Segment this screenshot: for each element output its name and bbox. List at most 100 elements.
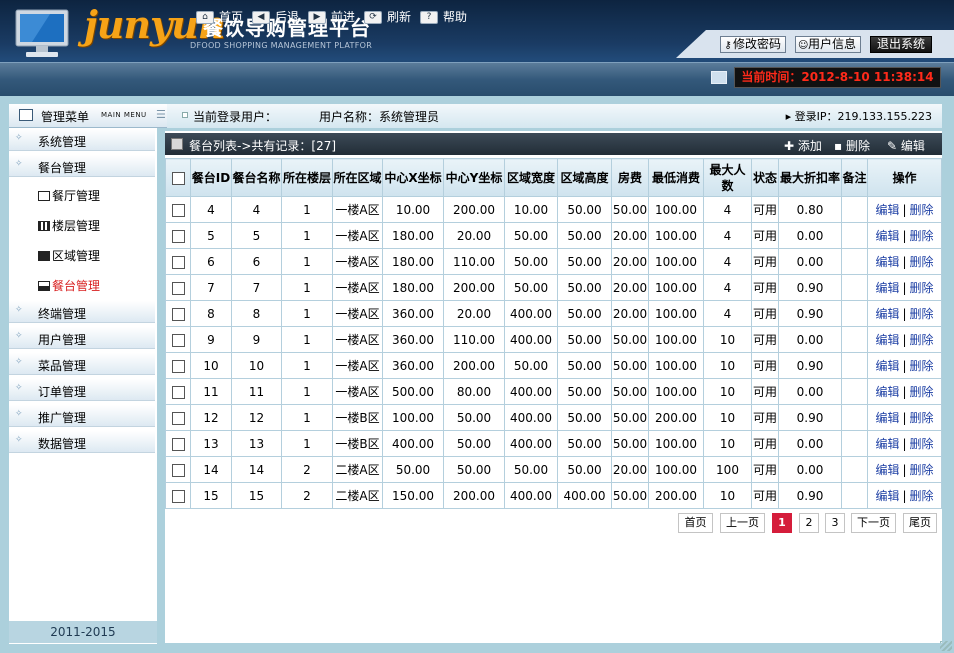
row-edit-link[interactable]: 编辑 bbox=[875, 489, 899, 503]
plus-icon: ✧ bbox=[15, 383, 23, 393]
row-delete-link[interactable]: 删除 bbox=[910, 463, 934, 477]
row-delete-link[interactable]: 删除 bbox=[910, 437, 934, 451]
table-cell: 可用 bbox=[751, 196, 779, 223]
row-checkbox[interactable] bbox=[171, 203, 185, 217]
row-edit-link[interactable]: 编辑 bbox=[875, 359, 899, 373]
row-delete-link[interactable]: 删除 bbox=[910, 489, 934, 503]
table-cell: 50.00 bbox=[382, 456, 444, 483]
sidebar-subitem-area[interactable]: 区域管理 bbox=[38, 248, 100, 264]
row-checkbox[interactable] bbox=[171, 489, 185, 503]
table-cell: 一楼A区 bbox=[332, 352, 383, 379]
table-cell: 可用 bbox=[751, 378, 779, 405]
nav-refresh-button[interactable]: ⟳ 刷新 bbox=[364, 9, 411, 25]
row-delete-link[interactable]: 删除 bbox=[910, 307, 934, 321]
row-edit-link[interactable]: 编辑 bbox=[875, 385, 899, 399]
pager-first-button[interactable]: 首页 bbox=[678, 513, 713, 533]
row-edit-link[interactable]: 编辑 bbox=[875, 229, 899, 243]
table-row: 8 8 1 一楼A区 360.00 20.00 400.00 50.00 20.00 100.00… bbox=[165, 300, 942, 327]
table-cell: 10.00 bbox=[504, 196, 558, 223]
separator: | bbox=[902, 307, 907, 321]
row-delete-link[interactable]: 删除 bbox=[910, 281, 934, 295]
row-checkbox[interactable] bbox=[171, 463, 185, 477]
table-cell: 1 bbox=[281, 248, 333, 275]
add-button[interactable]: ✚ 添加 bbox=[784, 137, 822, 154]
row-edit-link[interactable]: 编辑 bbox=[875, 411, 899, 425]
pager-prev-button[interactable]: 上一页 bbox=[720, 513, 765, 533]
row-checkbox[interactable] bbox=[171, 255, 185, 269]
table-cell: 200.00 bbox=[443, 196, 505, 223]
table-row: 14 14 2 二楼A区 50.00 50.00 50.00 50.00 20.00 100.00… bbox=[165, 456, 942, 483]
nav-home-button[interactable]: ⌂ 首页 bbox=[196, 9, 243, 25]
table-cell: 100.00 bbox=[648, 456, 704, 483]
table-cell: 一楼A区 bbox=[332, 248, 383, 275]
monitor-logo-icon bbox=[15, 9, 69, 57]
table-cell: 1 bbox=[281, 196, 333, 223]
row-edit-link[interactable]: 编辑 bbox=[875, 281, 899, 295]
nav-forward-button[interactable]: ▶ 前进 bbox=[308, 9, 355, 25]
sidebar-item-data[interactable]: ✧ 数据管理 bbox=[9, 431, 155, 453]
logout-button[interactable]: 退出系统 bbox=[870, 36, 933, 53]
sidebar-item-dish[interactable]: ✧ 菜品管理 bbox=[9, 353, 155, 375]
pager-last-button[interactable]: 尾页 bbox=[903, 513, 937, 533]
row-delete-link[interactable]: 删除 bbox=[910, 411, 934, 425]
change-password-button[interactable]: ⚷修改密码 bbox=[720, 36, 787, 53]
separator: | bbox=[902, 203, 907, 217]
row-checkbox[interactable] bbox=[171, 333, 185, 347]
table-cell: 400.00 bbox=[504, 378, 558, 405]
table-cell bbox=[841, 378, 868, 405]
row-edit-link[interactable]: 编辑 bbox=[875, 307, 899, 321]
table-cell: 1 bbox=[281, 404, 333, 431]
row-checkbox[interactable] bbox=[171, 437, 185, 451]
row-delete-link[interactable]: 删除 bbox=[910, 203, 934, 217]
sidebar-item-promotion[interactable]: ✧ 推广管理 bbox=[9, 405, 155, 427]
row-checkbox[interactable] bbox=[171, 307, 185, 321]
row-edit-link[interactable]: 编辑 bbox=[875, 463, 899, 477]
row-checkbox[interactable] bbox=[171, 411, 185, 425]
row-delete-link[interactable]: 删除 bbox=[910, 385, 934, 399]
sidebar-subitem-restaurant[interactable]: 餐厅管理 bbox=[38, 188, 100, 204]
table-cell: 20.00 bbox=[611, 248, 649, 275]
pager-page-button[interactable]: 2 bbox=[799, 513, 819, 533]
row-edit-link[interactable]: 编辑 bbox=[875, 203, 899, 217]
user-info-button[interactable]: ☺用户信息 bbox=[795, 36, 862, 53]
select-all-checkbox[interactable] bbox=[171, 171, 185, 185]
sidebar-item-table[interactable]: ✧ 餐台管理 bbox=[9, 155, 155, 177]
row-delete-link[interactable]: 删除 bbox=[910, 359, 934, 373]
pager-page-button[interactable]: 1 bbox=[772, 513, 792, 533]
sidebar-subitem-floor[interactable]: 楼层管理 bbox=[38, 218, 100, 234]
table-cell: 可用 bbox=[751, 456, 779, 483]
sidebar-item-order[interactable]: ✧ 订单管理 bbox=[9, 379, 155, 401]
table-cell: 1 bbox=[281, 378, 333, 405]
pager-next-button[interactable]: 下一页 bbox=[851, 513, 896, 533]
sidebar-subitem-table-active[interactable]: 餐台管理 bbox=[38, 278, 100, 294]
row-edit-link[interactable]: 编辑 bbox=[875, 437, 899, 451]
table-cell: 50.00 bbox=[557, 248, 612, 275]
row-checkbox[interactable] bbox=[171, 229, 185, 243]
table-cell: 13 bbox=[190, 430, 232, 457]
table-cell: 7 bbox=[190, 274, 232, 301]
row-checkbox[interactable] bbox=[171, 385, 185, 399]
column-header: 中心X坐标 bbox=[382, 158, 444, 197]
row-edit-link[interactable]: 编辑 bbox=[875, 255, 899, 269]
table-cell: 50.00 bbox=[504, 222, 558, 249]
column-header: 所在楼层 bbox=[281, 158, 333, 197]
sidebar-item-user[interactable]: ✧ 用户管理 bbox=[9, 327, 155, 349]
table-cell: 50.00 bbox=[557, 196, 612, 223]
row-delete-link[interactable]: 删除 bbox=[910, 255, 934, 269]
row-checkbox[interactable] bbox=[171, 359, 185, 373]
sidebar-item-terminal[interactable]: ✧ 终端管理 bbox=[9, 301, 155, 323]
row-delete-link[interactable]: 删除 bbox=[910, 333, 934, 347]
sidebar-item-system[interactable]: ✧ 系统管理 bbox=[9, 129, 155, 151]
row-actions-cell: 编辑 | 删除 bbox=[867, 482, 942, 509]
row-checkbox[interactable] bbox=[171, 281, 185, 295]
edit-button[interactable]: ✎ 编辑 bbox=[887, 137, 925, 154]
delete-button[interactable]: ▪ 删除 bbox=[834, 137, 870, 154]
nav-help-button[interactable]: ? 帮助 bbox=[420, 9, 467, 25]
table-cell: 1 bbox=[281, 352, 333, 379]
row-delete-link[interactable]: 删除 bbox=[910, 229, 934, 243]
row-edit-link[interactable]: 编辑 bbox=[875, 333, 899, 347]
table-cell: 360.00 bbox=[382, 300, 444, 327]
resize-grip[interactable] bbox=[940, 641, 952, 651]
pager-page-button[interactable]: 3 bbox=[825, 513, 845, 533]
nav-back-button[interactable]: ◀ 后退 bbox=[252, 9, 299, 25]
